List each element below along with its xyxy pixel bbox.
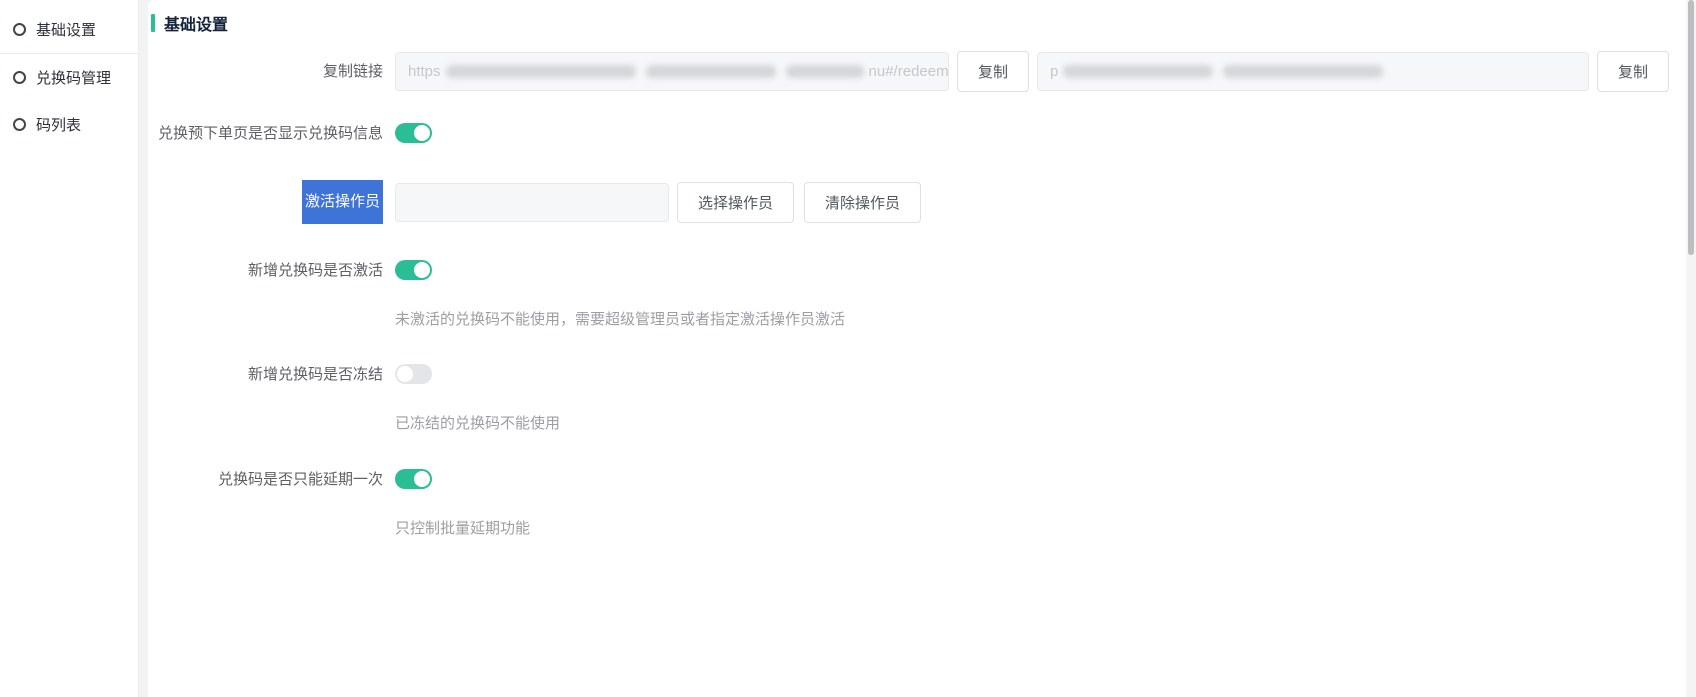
- extend-once-label: 兑换码是否只能延期一次: [217, 471, 383, 488]
- new-code-activated-hint: 未激活的兑换码不能使用，需要超级管理员或者指定激活操作员激活: [395, 311, 846, 328]
- clear-operator-button[interactable]: 清除操作员: [804, 181, 922, 223]
- redacted-text: [785, 65, 864, 78]
- copy-link-label: 复制链接: [322, 63, 383, 80]
- sidebar: 基础设置 兑换码管理 码列表: [0, 0, 139, 697]
- link-suffix-text: nu#/redeem_code_list?i=11: [868, 63, 949, 80]
- select-operator-button[interactable]: 选择操作员: [677, 181, 795, 223]
- new-code-frozen-label: 新增兑换码是否冻结: [247, 366, 383, 383]
- link-prefix-text: https: [408, 63, 441, 80]
- new-code-frozen-row: 新增兑换码是否冻结 已冻结的兑换码不能使用: [151, 364, 1696, 434]
- new-code-activated-label: 新增兑换码是否激活: [247, 262, 383, 279]
- new-code-activated-row: 新增兑换码是否激活 未激活的兑换码不能使用，需要超级管理员或者指定激活操作员激活: [151, 260, 1696, 330]
- activate-operator-label: 激活操作员: [151, 180, 383, 224]
- radio-circle-icon: [13, 118, 26, 131]
- activate-operator-row: 激活操作员 选择操作员 清除操作员: [151, 180, 1696, 224]
- show-code-info-toggle[interactable]: [395, 123, 432, 143]
- show-code-info-control: [395, 123, 432, 143]
- copy-button-1[interactable]: 复制: [957, 51, 1030, 92]
- sidebar-item-code-list[interactable]: 码列表: [0, 101, 138, 148]
- title-accent-bar: [151, 14, 155, 32]
- sidebar-item-basic-settings[interactable]: 基础设置: [0, 6, 138, 53]
- new-code-activated-control: 未激活的兑换码不能使用，需要超级管理员或者指定激活操作员激活: [395, 260, 845, 330]
- sidebar-content-gap: [139, 0, 148, 697]
- copy-link-row: 复制链接 https nu#/redeem_code_list?i=11 复制 …: [151, 51, 1696, 92]
- radio-circle-icon: [13, 23, 26, 36]
- sidebar-item-label: 码列表: [36, 117, 82, 134]
- copy-link-input-2[interactable]: p: [1037, 52, 1590, 91]
- copy-link-input-1[interactable]: https nu#/redeem_code_list?i=11: [395, 52, 949, 91]
- sidebar-item-label: 兑换码管理: [36, 70, 112, 87]
- show-code-info-label: 兑换预下单页是否显示兑换码信息: [157, 125, 383, 142]
- sidebar-item-code-management[interactable]: 兑换码管理: [0, 54, 138, 101]
- new-code-frozen-hint: 已冻结的兑换码不能使用: [395, 415, 561, 432]
- extend-once-hint: 只控制批量延期功能: [395, 520, 531, 537]
- show-code-info-row: 兑换预下单页是否显示兑换码信息: [151, 123, 1696, 144]
- activate-operator-controls: 选择操作员 清除操作员: [395, 181, 922, 223]
- new-code-frozen-toggle[interactable]: [395, 364, 432, 384]
- redacted-text: [445, 65, 636, 78]
- selected-text-highlight: 激活操作员: [301, 180, 383, 224]
- extend-once-control: 只控制批量延期功能: [395, 469, 530, 539]
- extend-once-toggle[interactable]: [395, 469, 432, 489]
- redacted-text: [1063, 65, 1214, 78]
- redacted-text: [645, 65, 776, 78]
- extend-once-row: 兑换码是否只能延期一次 只控制批量延期功能: [151, 469, 1696, 539]
- vertical-scrollbar[interactable]: [1686, 0, 1696, 697]
- copy-button-2[interactable]: 复制: [1597, 51, 1670, 92]
- operator-input[interactable]: [395, 182, 669, 222]
- new-code-activated-toggle[interactable]: [395, 260, 432, 280]
- radio-circle-icon: [13, 71, 26, 84]
- copy-link-controls: https nu#/redeem_code_list?i=11 复制 p 复制: [395, 51, 1670, 92]
- section-header: 基础设置: [151, 11, 1696, 35]
- redacted-text: [1223, 65, 1384, 78]
- sidebar-item-label: 基础设置: [36, 22, 97, 39]
- main-content: 基础设置 复制链接 https nu#/redeem_code_list?i=1…: [148, 0, 1696, 697]
- scrollbar-thumb[interactable]: [1688, 0, 1694, 255]
- page-title: 基础设置: [164, 17, 229, 34]
- new-code-frozen-control: 已冻结的兑换码不能使用: [395, 364, 560, 434]
- app-layout: 基础设置 兑换码管理 码列表 基础设置 复制链接 https nu#/redee…: [0, 0, 1696, 697]
- link-prefix-text: p: [1050, 63, 1059, 80]
